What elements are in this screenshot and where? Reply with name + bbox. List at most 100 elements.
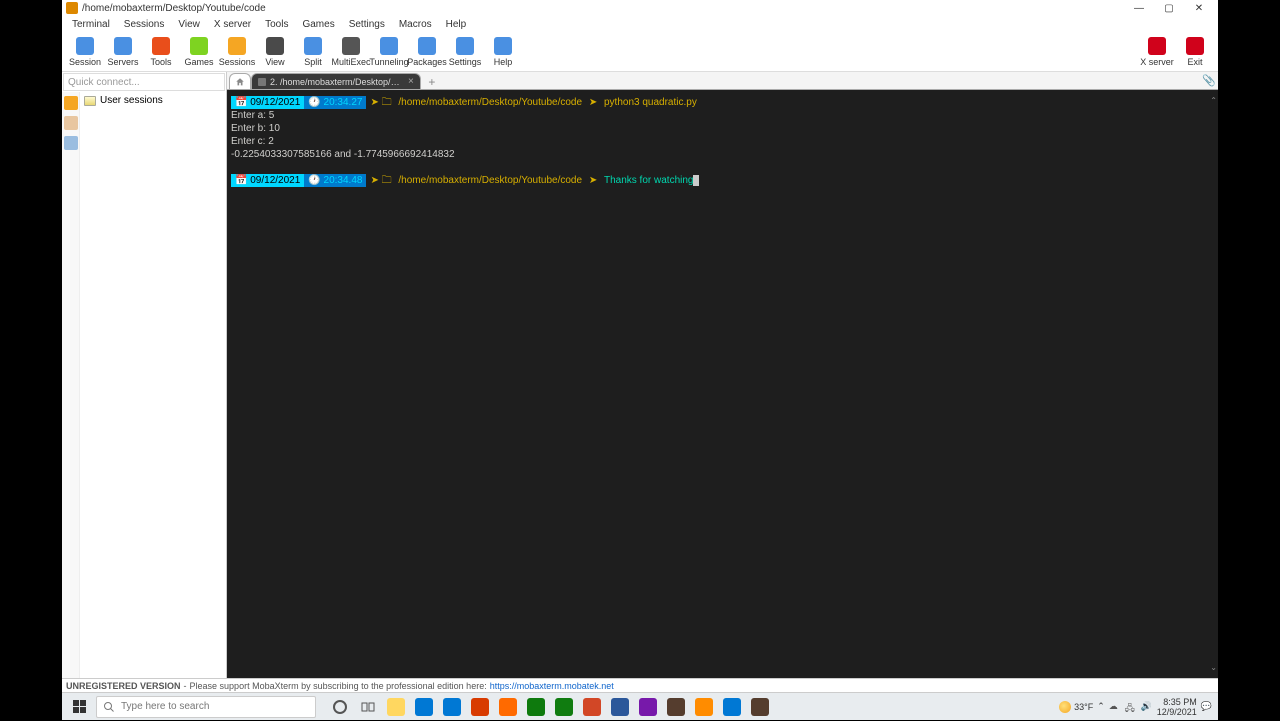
- session-icon: [76, 37, 94, 55]
- tools-icon: [152, 37, 170, 55]
- network-icon[interactable]: 🖧: [1125, 701, 1137, 713]
- menu-view[interactable]: View: [172, 19, 206, 30]
- onedrive-icon[interactable]: ☁: [1109, 701, 1121, 713]
- tool-label: Games: [184, 57, 213, 67]
- taskbar-app-2[interactable]: [438, 695, 466, 719]
- servers-icon: [114, 37, 132, 55]
- new-tab-button[interactable]: +: [423, 75, 441, 89]
- taskbar-app-13[interactable]: [746, 695, 774, 719]
- menu-help[interactable]: Help: [440, 19, 473, 30]
- status-link[interactable]: https://mobaxterm.mobatek.net: [490, 681, 614, 691]
- help-icon: [494, 37, 512, 55]
- tabbar: 2. /home/mobaxterm/Desktop/Yo… × + 📎: [227, 72, 1218, 90]
- tool-label: X server: [1140, 57, 1174, 67]
- taskbar-app-9[interactable]: [634, 695, 662, 719]
- games-icon: [190, 37, 208, 55]
- exit-icon: [1186, 37, 1204, 55]
- tab-close-button[interactable]: ×: [408, 76, 414, 87]
- app-icon: [583, 698, 601, 716]
- tool-x-server[interactable]: X server: [1138, 37, 1176, 67]
- app-icon: [751, 698, 769, 716]
- quick-connect-input[interactable]: Quick connect...: [63, 73, 225, 91]
- taskbar-search[interactable]: Type here to search: [96, 696, 316, 718]
- tool-tools[interactable]: Tools: [142, 37, 180, 67]
- app-icon: [415, 698, 433, 716]
- tool-label: Exit: [1187, 57, 1202, 67]
- tool-session[interactable]: Session: [66, 37, 104, 67]
- tool-packages[interactable]: Packages: [408, 37, 446, 67]
- taskbar-app-0[interactable]: [382, 695, 410, 719]
- tool-label: Packages: [407, 57, 447, 67]
- minimize-button[interactable]: —: [1124, 0, 1154, 16]
- sun-icon: [1059, 701, 1071, 713]
- scroll-up-icon[interactable]: ⌃: [1210, 94, 1217, 107]
- terminal-output-4: -0.2254033307585166 and -1.7745966692414…: [231, 148, 1214, 161]
- star-icon[interactable]: [64, 96, 78, 110]
- taskbar-app-4[interactable]: [494, 695, 522, 719]
- taskbar-app-12[interactable]: [718, 695, 746, 719]
- tool-tunneling[interactable]: Tunneling: [370, 37, 408, 67]
- packages-icon: [418, 37, 436, 55]
- tool-view[interactable]: View: [256, 37, 294, 67]
- app-icon: [499, 698, 517, 716]
- prompt-line-1: 📅 09/12/2021🕐 20:34.27➤ 🗀 /home/mobaxter…: [231, 96, 1214, 109]
- paperclip-icon[interactable]: 📎: [1202, 74, 1216, 87]
- sessions-icon: [228, 37, 246, 55]
- tray-chevron[interactable]: ⌃: [1097, 701, 1105, 712]
- app-icon: [387, 698, 405, 716]
- taskbar-app-10[interactable]: [662, 695, 690, 719]
- taskbar-app-7[interactable]: [578, 695, 606, 719]
- app-icon: [555, 698, 573, 716]
- hand-icon[interactable]: [64, 116, 78, 130]
- x server-icon: [1148, 37, 1166, 55]
- tool-label: Help: [494, 57, 513, 67]
- tool-label: Session: [69, 57, 101, 67]
- weather-widget[interactable]: 33°F: [1059, 701, 1093, 713]
- windows-icon: [73, 700, 86, 713]
- home-tab[interactable]: [229, 73, 251, 89]
- tool-settings[interactable]: Settings: [446, 37, 484, 67]
- taskbar-app-8[interactable]: [606, 695, 634, 719]
- scroll-down-icon[interactable]: ⌄: [1210, 661, 1217, 674]
- start-button[interactable]: [62, 693, 96, 721]
- menu-games[interactable]: Games: [296, 19, 340, 30]
- maximize-button[interactable]: ▢: [1154, 0, 1184, 16]
- pen-icon[interactable]: [64, 136, 78, 150]
- tool-exit[interactable]: Exit: [1176, 37, 1214, 67]
- cortana-button[interactable]: [326, 695, 354, 719]
- tool-multiexec[interactable]: MultiExec: [332, 37, 370, 67]
- menu-macros[interactable]: Macros: [393, 19, 438, 30]
- notifications-icon[interactable]: 💬: [1201, 701, 1212, 712]
- terminal-output-2: Enter b: 10: [231, 122, 1214, 135]
- taskbar-app-5[interactable]: [522, 695, 550, 719]
- taskbar-app-11[interactable]: [690, 695, 718, 719]
- menu-terminal[interactable]: Terminal: [66, 19, 116, 30]
- menu-settings[interactable]: Settings: [343, 19, 391, 30]
- task-view-button[interactable]: [354, 695, 382, 719]
- tool-split[interactable]: Split: [294, 37, 332, 67]
- tab-label: 2. /home/mobaxterm/Desktop/Yo…: [270, 77, 400, 87]
- taskbar-app-1[interactable]: [410, 695, 438, 719]
- tool-help[interactable]: Help: [484, 37, 522, 67]
- taskbar-app-6[interactable]: [550, 695, 578, 719]
- sessions-root[interactable]: User sessions: [82, 94, 224, 107]
- tab-terminal[interactable]: 2. /home/mobaxterm/Desktop/Yo… ×: [251, 73, 421, 89]
- menubar: Terminal Sessions View X server Tools Ga…: [62, 16, 1218, 32]
- tool-servers[interactable]: Servers: [104, 37, 142, 67]
- tool-label: View: [265, 57, 284, 67]
- menu-tools[interactable]: Tools: [259, 19, 294, 30]
- tool-label: Servers: [107, 57, 138, 67]
- sidebar-toolbar: [62, 92, 80, 678]
- volume-icon[interactable]: 🔊: [1141, 701, 1153, 713]
- app-icon: [443, 698, 461, 716]
- taskbar-app-3[interactable]: [466, 695, 494, 719]
- menu-xserver[interactable]: X server: [208, 19, 257, 30]
- tool-games[interactable]: Games: [180, 37, 218, 67]
- menu-sessions[interactable]: Sessions: [118, 19, 171, 30]
- clock[interactable]: 8:35 PM 12/9/2021: [1157, 697, 1197, 717]
- terminal[interactable]: ⌃ ⌄ 📅 09/12/2021🕐 20:34.27➤ 🗀 /home/moba…: [227, 90, 1218, 678]
- taskbar: Type here to search 33°F ⌃ ☁ 🖧 🔊 8:35 PM…: [62, 692, 1218, 720]
- close-button[interactable]: ✕: [1184, 0, 1214, 16]
- statusbar: UNREGISTERED VERSION - Please support Mo…: [62, 678, 1218, 692]
- tool-sessions[interactable]: Sessions: [218, 37, 256, 67]
